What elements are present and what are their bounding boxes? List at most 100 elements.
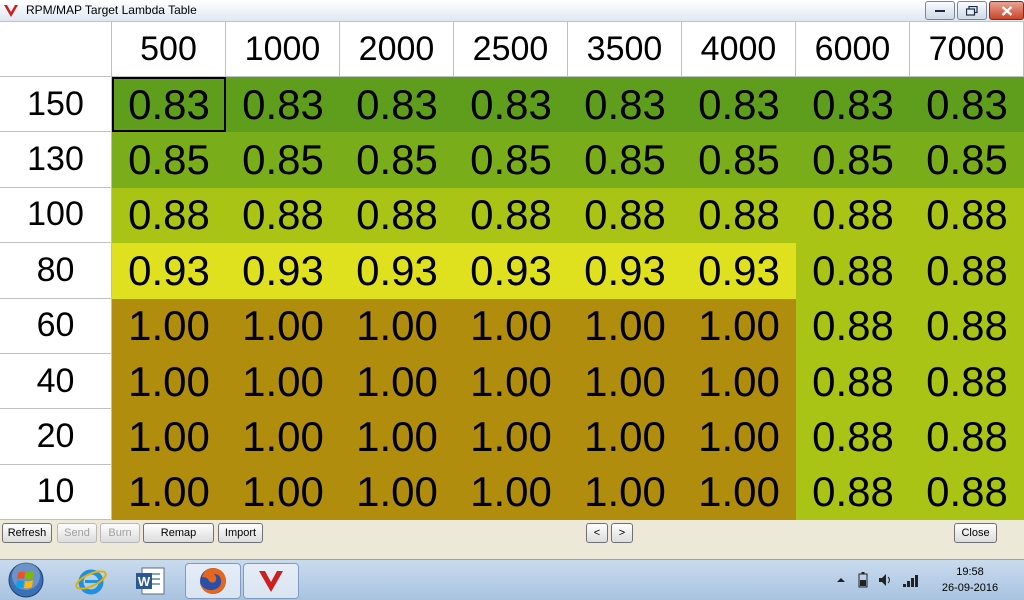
table-cell[interactable]: 1.00 xyxy=(340,298,454,354)
table-cell[interactable]: 0.88 xyxy=(910,353,1024,410)
table-cell[interactable]: 0.88 xyxy=(910,409,1024,465)
table-cell[interactable]: 0.88 xyxy=(454,187,568,244)
table-cell[interactable]: 0.83 xyxy=(454,77,568,133)
send-button[interactable]: Send xyxy=(57,523,97,543)
column-header: 1000 xyxy=(226,22,340,77)
table-cell[interactable]: 0.85 xyxy=(112,132,226,188)
table-cell[interactable]: 1.00 xyxy=(682,353,796,410)
table-cell[interactable]: 1.00 xyxy=(226,409,340,465)
table-cell[interactable]: 0.83 xyxy=(682,77,796,133)
table-cell[interactable]: 0.88 xyxy=(910,464,1024,520)
table-cell[interactable]: 0.93 xyxy=(568,243,682,299)
prev-button[interactable]: < xyxy=(586,523,608,543)
table-cell[interactable]: 0.85 xyxy=(910,132,1024,188)
table-cell[interactable]: 0.85 xyxy=(568,132,682,188)
table-cell[interactable]: 0.93 xyxy=(454,243,568,299)
minimize-icon xyxy=(935,9,945,12)
table-cell[interactable]: 0.88 xyxy=(226,187,340,244)
table-cell[interactable]: 0.83 xyxy=(226,77,340,133)
column-header: 6000 xyxy=(796,22,910,77)
restore-button[interactable] xyxy=(957,1,987,20)
table-cell[interactable]: 0.85 xyxy=(340,132,454,188)
burn-button[interactable]: Burn xyxy=(100,523,140,543)
table-cell[interactable]: 1.00 xyxy=(226,464,340,520)
table-cell[interactable]: 1.00 xyxy=(112,464,226,520)
restore-icon xyxy=(966,5,978,16)
table-cell[interactable]: 1.00 xyxy=(568,464,682,520)
table-cell[interactable]: 0.93 xyxy=(112,243,226,299)
next-button[interactable]: > xyxy=(611,523,633,543)
app-logo-icon xyxy=(4,5,18,17)
network-signal-icon[interactable] xyxy=(902,572,922,588)
table-cell[interactable]: 1.00 xyxy=(112,298,226,354)
table-cell[interactable]: 0.85 xyxy=(796,132,910,188)
table-cell[interactable]: 0.93 xyxy=(682,243,796,299)
table-cell[interactable]: 1.00 xyxy=(454,464,568,520)
table-cell[interactable]: 0.88 xyxy=(340,187,454,244)
show-hidden-icons-icon[interactable] xyxy=(836,572,846,588)
table-cell[interactable]: 1.00 xyxy=(682,298,796,354)
row-header: 150 xyxy=(0,77,112,133)
column-header: 2000 xyxy=(340,22,454,77)
table-cell[interactable]: 1.00 xyxy=(454,298,568,354)
battery-icon[interactable] xyxy=(858,572,868,588)
column-header: 3500 xyxy=(568,22,682,77)
minimize-button[interactable] xyxy=(925,1,955,20)
table-cell[interactable]: 1.00 xyxy=(682,409,796,465)
taskbar-word[interactable]: W xyxy=(123,563,179,599)
taskbar-clock[interactable]: 19:58 26-09-2016 xyxy=(930,564,1010,596)
speaker-icon[interactable] xyxy=(878,572,892,588)
close-window-button[interactable] xyxy=(989,1,1024,20)
table-cell[interactable]: 0.83 xyxy=(910,77,1024,133)
app-logo-icon xyxy=(259,571,283,592)
table-cell[interactable]: 0.83 xyxy=(340,77,454,133)
table-cell[interactable]: 1.00 xyxy=(112,409,226,465)
table-cell[interactable]: 1.00 xyxy=(340,464,454,520)
table-cell[interactable]: 0.93 xyxy=(340,243,454,299)
table-cell[interactable]: 0.88 xyxy=(796,409,910,465)
table-cell[interactable]: 1.00 xyxy=(112,353,226,410)
column-header: 4000 xyxy=(682,22,796,77)
table-cell[interactable]: 1.00 xyxy=(454,409,568,465)
refresh-button[interactable]: Refresh xyxy=(2,523,52,543)
remap-button[interactable]: Remap xyxy=(143,523,214,543)
table-cell[interactable]: 0.93 xyxy=(226,243,340,299)
start-button[interactable] xyxy=(5,560,47,600)
taskbar-firefox[interactable] xyxy=(185,563,241,599)
table-cell[interactable]: 0.88 xyxy=(568,187,682,244)
close-button[interactable]: Close xyxy=(954,523,997,543)
taskbar-tuner-app[interactable] xyxy=(243,563,299,599)
system-tray xyxy=(830,568,930,592)
clock-date: 26-09-2016 xyxy=(941,582,999,594)
table-cell[interactable]: 1.00 xyxy=(682,464,796,520)
table-cell[interactable]: 1.00 xyxy=(226,298,340,354)
table-cell[interactable]: 0.88 xyxy=(796,187,910,244)
table-cell[interactable]: 0.88 xyxy=(112,187,226,244)
table-cell[interactable]: 1.00 xyxy=(454,353,568,410)
table-cell[interactable]: 0.83 xyxy=(568,77,682,133)
table-cell[interactable]: 0.88 xyxy=(796,243,910,299)
import-button[interactable]: Import xyxy=(218,523,263,543)
table-cell[interactable]: 0.83 xyxy=(796,77,910,133)
table-cell[interactable]: 0.88 xyxy=(910,243,1024,299)
taskbar-internet-explorer[interactable] xyxy=(63,563,119,599)
table-cell[interactable]: 1.00 xyxy=(340,353,454,410)
table-cell[interactable]: 0.88 xyxy=(796,298,910,354)
table-cell[interactable]: 0.85 xyxy=(682,132,796,188)
table-cell[interactable]: 0.88 xyxy=(910,187,1024,244)
table-cell[interactable]: 0.88 xyxy=(796,464,910,520)
table-cell[interactable]: 1.00 xyxy=(226,353,340,410)
table-cell[interactable]: 0.85 xyxy=(454,132,568,188)
table-cell[interactable]: 0.85 xyxy=(226,132,340,188)
word-icon: W xyxy=(136,567,165,595)
table-cell[interactable]: 1.00 xyxy=(340,409,454,465)
table-cell[interactable]: 1.00 xyxy=(568,409,682,465)
table-cell[interactable]: 1.00 xyxy=(568,298,682,354)
column-header: 2500 xyxy=(454,22,568,77)
table-cell[interactable]: 0.88 xyxy=(796,353,910,410)
table-cell[interactable]: 1.00 xyxy=(568,353,682,410)
table-cell[interactable]: 0.88 xyxy=(682,187,796,244)
table-cell[interactable]: 0.83 xyxy=(112,77,226,133)
table-cell[interactable]: 0.88 xyxy=(910,298,1024,354)
window-title: RPM/MAP Target Lambda Table xyxy=(26,3,197,17)
